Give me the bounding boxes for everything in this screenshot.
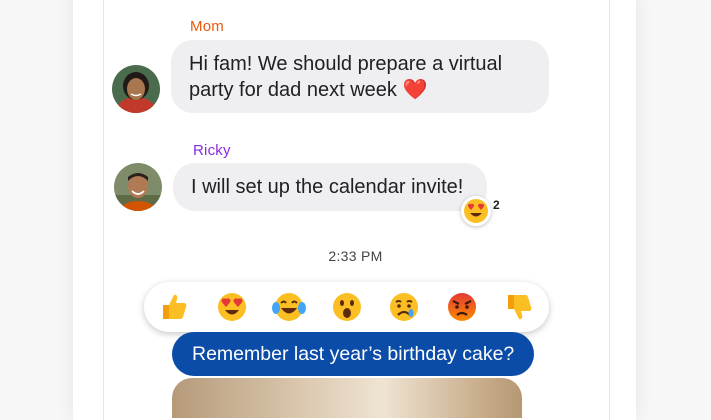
sender-name-mom: Mom <box>190 18 224 35</box>
thumbs-up-icon[interactable] <box>157 290 191 324</box>
reaction-count: 2 <box>493 198 500 212</box>
image-message-preview[interactable] <box>172 378 522 418</box>
thumbs-down-icon[interactable] <box>502 290 536 324</box>
outgoing-message-bubble[interactable]: Remember last year’s birthday cake? <box>172 332 534 376</box>
timestamp: 2:33 PM <box>328 248 383 264</box>
sad-icon[interactable] <box>387 290 421 324</box>
tears-of-joy-icon[interactable] <box>272 290 306 324</box>
angry-icon[interactable] <box>445 290 479 324</box>
reaction-picker <box>144 282 549 332</box>
avatar-ricky[interactable] <box>114 163 162 211</box>
sender-name-ricky: Ricky <box>193 142 231 159</box>
message-bubble-mom[interactable]: Hi fam! We should prepare a virtual part… <box>171 40 549 113</box>
surprised-icon[interactable] <box>330 290 364 324</box>
avatar-mom[interactable] <box>112 65 160 113</box>
message-bubble-ricky[interactable]: I will set up the calendar invite! <box>173 163 487 211</box>
heart-eyes-icon <box>461 196 491 226</box>
heart-eyes-icon[interactable] <box>215 290 249 324</box>
message-reaction-chip[interactable]: 2 <box>461 196 500 226</box>
